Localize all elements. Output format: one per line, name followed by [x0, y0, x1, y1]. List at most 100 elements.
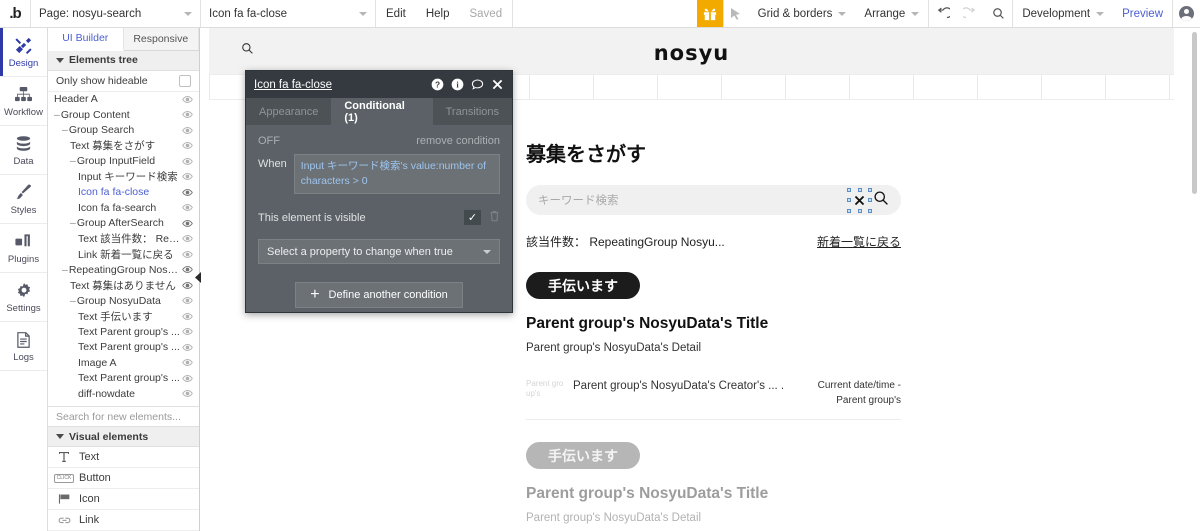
help-question-icon[interactable]: ? — [431, 78, 444, 91]
tree-item[interactable]: – Group InputField — [48, 154, 199, 170]
version-selector[interactable]: Development — [1012, 0, 1113, 27]
delete-property-icon[interactable] — [489, 210, 500, 225]
eye-icon[interactable] — [182, 296, 193, 305]
tree-collapse-dash[interactable]: – — [62, 264, 68, 276]
eye-icon[interactable] — [182, 327, 193, 336]
eye-icon[interactable] — [182, 343, 193, 352]
tab-transitions[interactable]: Transitions — [433, 98, 512, 125]
when-expression[interactable]: Input キーワード検索's value:number of characte… — [293, 154, 500, 195]
tab-responsive[interactable]: Responsive — [124, 28, 199, 50]
eye-icon[interactable] — [182, 157, 193, 166]
palette-item-text[interactable]: Text — [48, 447, 199, 469]
edit-menu[interactable]: Edit — [375, 0, 416, 27]
tree-item[interactable]: Icon fa fa-close — [48, 185, 199, 201]
comment-icon[interactable] — [471, 78, 484, 91]
visible-checkbox[interactable]: ✓ — [464, 210, 481, 226]
tree-item[interactable]: Image A — [48, 355, 199, 371]
rail-item-logs[interactable]: Logs — [0, 322, 47, 371]
arrange-menu[interactable]: Arrange — [855, 0, 928, 27]
tree-item[interactable]: – Group Content — [48, 107, 199, 123]
eye-icon[interactable] — [182, 265, 193, 274]
remove-condition-link[interactable]: remove condition — [416, 135, 500, 147]
close-x-icon[interactable] — [847, 187, 872, 213]
tree-item[interactable]: Icon fa fa-search — [48, 200, 199, 216]
tree-collapse-dash[interactable]: – — [62, 124, 68, 136]
eye-icon[interactable] — [182, 110, 193, 119]
tree-item[interactable]: Header A — [48, 92, 199, 108]
tree-item[interactable]: – RepeatingGroup Nosyu... — [48, 262, 199, 278]
keyword-search-input[interactable]: キーワード検索 — [526, 185, 901, 215]
tree-item[interactable]: Text 手伝います — [48, 309, 199, 325]
tree-item[interactable]: Text Parent group's ... — [48, 340, 199, 356]
property-change-select[interactable]: Select a property to change when true — [258, 239, 500, 265]
eye-icon[interactable] — [182, 203, 193, 212]
page-selector[interactable]: Page: nosyu-search — [30, 0, 200, 27]
eye-icon[interactable] — [182, 250, 193, 259]
tree-item[interactable]: Text 該当件数： Repe... — [48, 231, 199, 247]
eye-icon[interactable] — [182, 312, 193, 321]
eye-icon[interactable] — [182, 358, 193, 367]
define-another-condition-button[interactable]: + Define another condition — [295, 282, 463, 309]
elements-tree-header[interactable]: Elements tree — [48, 50, 199, 71]
eye-icon[interactable] — [182, 234, 193, 243]
palette-item-link[interactable]: Link — [48, 510, 199, 531]
new-elements-search[interactable]: Search for new elements... — [48, 405, 199, 428]
tree-collapse-dash[interactable]: – — [70, 217, 76, 229]
eye-icon[interactable] — [182, 188, 193, 197]
rail-item-data[interactable]: Data — [0, 126, 47, 175]
element-selector[interactable]: Icon fa fa-close — [200, 0, 375, 27]
tab-conditional[interactable]: Conditional (1) — [331, 98, 433, 125]
eye-icon[interactable] — [182, 141, 193, 150]
eye-icon[interactable] — [182, 219, 193, 228]
tree-item[interactable]: Text Parent group's ... — [48, 324, 199, 340]
tree-collapse-dash[interactable]: – — [54, 109, 60, 121]
eye-icon[interactable] — [182, 374, 193, 383]
rail-item-settings[interactable]: Settings — [0, 273, 47, 322]
tree-item[interactable]: diff-nowdate — [48, 386, 199, 402]
tree-item[interactable]: Input キーワード検索 — [48, 169, 199, 185]
rail-item-plugins[interactable]: Plugins — [0, 224, 47, 273]
gift-icon[interactable] — [696, 0, 723, 27]
result-card[interactable]: 募集はありません 手伝います Parent group's NosyuData'… — [526, 442, 901, 524]
redo-icon[interactable] — [956, 0, 984, 27]
palette-item-button[interactable]: CLICK Button — [48, 468, 199, 490]
eye-icon[interactable] — [182, 389, 193, 398]
info-icon[interactable]: i — [451, 78, 464, 91]
bubble-logo[interactable]: .b — [0, 0, 30, 27]
tab-appearance[interactable]: Appearance — [246, 98, 331, 125]
rail-item-styles[interactable]: Styles — [0, 175, 47, 224]
search-icon[interactable] — [984, 0, 1012, 27]
eye-icon[interactable] — [182, 281, 193, 290]
back-to-list-link[interactable]: 新着一覧に戻る — [817, 233, 901, 250]
eye-icon[interactable] — [182, 126, 193, 135]
rail-item-workflow[interactable]: Workflow — [0, 77, 47, 126]
visual-elements-header[interactable]: Visual elements — [48, 427, 199, 448]
cursor-arrow-icon[interactable] — [722, 0, 749, 27]
tree-item[interactable]: Link 新着一覧に戻る — [48, 247, 199, 263]
only-show-hideable-checkbox[interactable] — [179, 74, 191, 87]
search-submit-icon[interactable] — [873, 190, 889, 211]
tree-item[interactable]: Text Parent group's ... — [48, 371, 199, 387]
tree-item[interactable]: Text 募集はありません — [48, 278, 199, 294]
undo-icon[interactable] — [928, 0, 956, 27]
eye-icon[interactable] — [182, 95, 193, 104]
grid-borders-menu[interactable]: Grid & borders — [749, 0, 856, 27]
preview-button[interactable]: Preview — [1113, 0, 1172, 27]
tree-collapse-dash[interactable]: – — [70, 295, 76, 307]
panel-collapse-arrow[interactable] — [193, 270, 203, 284]
palette-item-icon[interactable]: Icon — [48, 489, 199, 511]
only-show-hideable-row[interactable]: Only show hideable — [48, 71, 199, 92]
tree-item[interactable]: Text 募集をさがす — [48, 138, 199, 154]
tab-ui-builder[interactable]: UI Builder — [48, 28, 124, 51]
tree-item[interactable]: – Group NosyuData — [48, 293, 199, 309]
close-icon[interactable] — [491, 78, 504, 91]
tree-collapse-dash[interactable]: – — [70, 155, 76, 167]
property-editor[interactable]: Icon fa fa-close ? i Appearance Conditio… — [245, 70, 513, 313]
tree-item[interactable]: – Group AfterSearch — [48, 216, 199, 232]
result-card[interactable]: 募集はありません 手伝います Parent group's NosyuData'… — [526, 272, 901, 420]
rail-item-design[interactable]: Design — [0, 28, 47, 77]
account-avatar-icon[interactable] — [1172, 0, 1200, 27]
eye-icon[interactable] — [182, 172, 193, 181]
help-menu[interactable]: Help — [416, 0, 460, 27]
canvas-scrollbar[interactable] — [1192, 32, 1197, 194]
